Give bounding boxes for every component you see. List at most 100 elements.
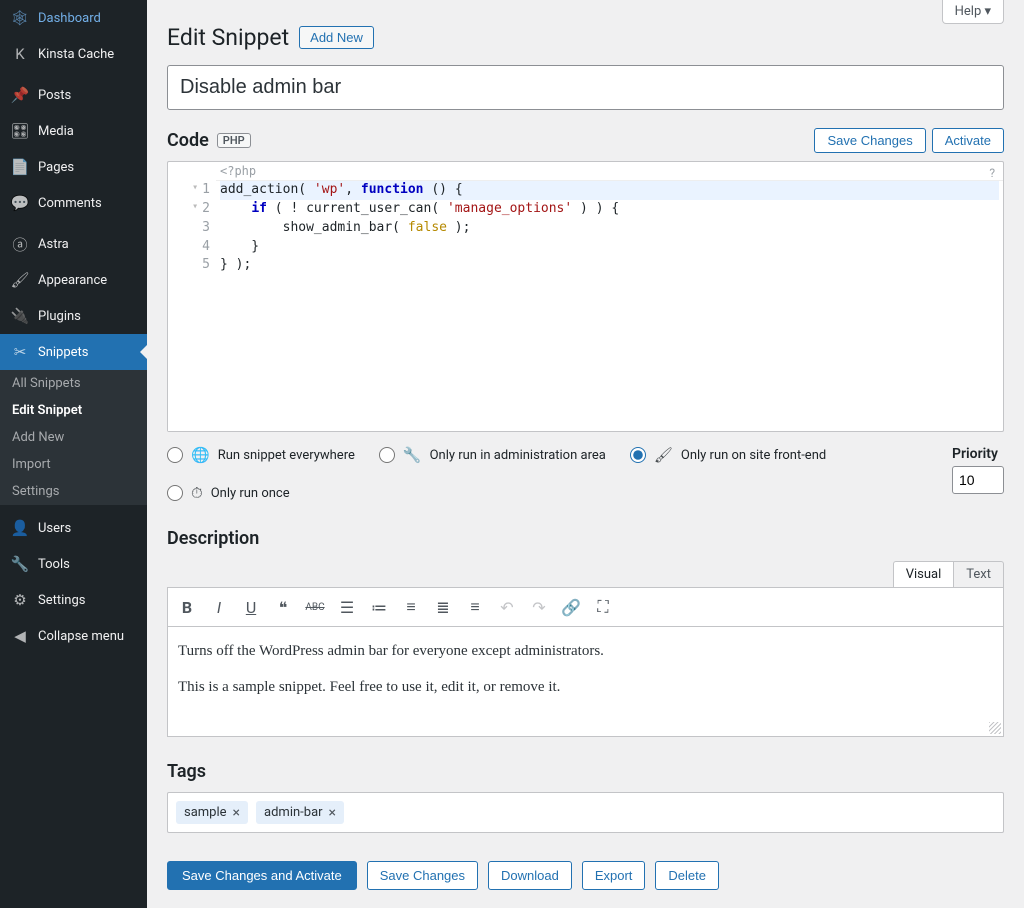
link-icon[interactable]: 🔗 (556, 592, 586, 622)
sidebar-item-media[interactable]: 🎛Media (0, 113, 147, 149)
scope-option[interactable]: 🌐 Run snippet everywhere (167, 446, 355, 464)
submenu-item-settings[interactable]: Settings (0, 478, 147, 505)
scope-radio[interactable] (167, 485, 183, 501)
activate-button[interactable]: Activate (932, 128, 1004, 153)
align-right-icon[interactable]: ≡ (460, 592, 490, 622)
redo-icon[interactable]: ↷ (524, 592, 554, 622)
tag-pill[interactable]: admin-bar × (256, 801, 344, 824)
description-paragraph[interactable]: This is a sample snippet. Feel free to u… (178, 675, 993, 699)
sidebar-item-pages[interactable]: 📄Pages (0, 149, 147, 185)
submenu-item-add-new[interactable]: Add New (0, 424, 147, 451)
fullscreen-icon[interactable]: ⛶ (588, 592, 618, 622)
blockquote-icon[interactable]: ❝ (268, 592, 298, 622)
sidebar-item-label: Posts (38, 88, 71, 103)
sidebar-item-tools[interactable]: 🔧Tools (0, 546, 147, 582)
users-icon: 👤 (10, 518, 30, 538)
code-line[interactable]: add_action( 'wp', function () { (220, 181, 999, 200)
scope-options: 🌐 Run snippet everywhere 🔧 Only run in a… (167, 446, 1004, 502)
add-new-button[interactable]: Add New (299, 26, 374, 49)
submenu-item-import[interactable]: Import (0, 451, 147, 478)
sidebar-item-collapse-menu[interactable]: ◀Collapse menu (0, 618, 147, 654)
tag-pill[interactable]: sample× (176, 801, 248, 824)
code-line[interactable]: show_admin_bar( false ); (220, 219, 999, 238)
priority-input[interactable] (952, 466, 1004, 494)
description-heading: Description (167, 528, 1004, 549)
tag-remove-icon[interactable]: × (329, 806, 336, 820)
code-body[interactable]: add_action( 'wp', function () { if ( ! c… (216, 181, 1003, 431)
sidebar-item-kinsta-cache[interactable]: KKinsta Cache (0, 36, 147, 72)
code-line[interactable]: } ); (220, 256, 999, 275)
scope-option-icon: 🔧 (403, 446, 422, 464)
save-changes-button[interactable]: Save Changes (814, 128, 925, 153)
underline-icon[interactable]: U (236, 592, 266, 622)
description-editor[interactable]: Turns off the WordPress admin bar for ev… (167, 627, 1004, 737)
scope-option-label: Only run on site front-end (681, 448, 826, 463)
scope-radio-group: 🌐 Run snippet everywhere 🔧 Only run in a… (167, 446, 928, 502)
code-prelude: <?php (216, 162, 1003, 181)
scope-radio[interactable] (167, 447, 183, 463)
save-and-activate-button[interactable]: Save Changes and Activate (167, 861, 357, 890)
scope-option-label: Only run in administration area (430, 448, 606, 463)
sidebar-submenu: All SnippetsEdit SnippetAdd NewImportSet… (0, 370, 147, 505)
sidebar-item-snippets[interactable]: ✂Snippets (0, 334, 147, 370)
appearance-icon: 🖌 (10, 270, 30, 290)
tab-text[interactable]: Text (953, 561, 1004, 587)
code-section-header: Code PHP Save Changes Activate (167, 128, 1004, 153)
code-area[interactable]: ▾1▾2345 add_action( 'wp', function () { … (168, 181, 1003, 431)
scope-option-label: Only run once (211, 486, 290, 501)
scope-radio[interactable] (630, 447, 646, 463)
sidebar-item-appearance[interactable]: 🖌Appearance (0, 262, 147, 298)
snippets-icon: ✂ (10, 342, 30, 362)
align-center-icon[interactable]: ≣ (428, 592, 458, 622)
resize-grip-icon[interactable] (989, 722, 1001, 734)
sidebar-item-label: Dashboard (38, 11, 101, 26)
code-line[interactable]: if ( ! current_user_can( 'manage_options… (220, 200, 999, 219)
italic-icon[interactable]: I (204, 592, 234, 622)
sidebar-item-posts[interactable]: 📌Posts (0, 77, 147, 113)
tag-label: admin-bar (264, 805, 323, 820)
tag-remove-icon[interactable]: × (233, 806, 240, 820)
bold-icon[interactable]: B (172, 592, 202, 622)
sidebar-item-settings[interactable]: ⚙Settings (0, 582, 147, 618)
scope-option-icon: 🖌 (654, 446, 673, 464)
delete-button[interactable]: Delete (655, 861, 719, 890)
scope-radio[interactable] (379, 447, 395, 463)
numbered-list-icon[interactable]: ≔ (364, 592, 394, 622)
export-button[interactable]: Export (582, 861, 646, 890)
bulleted-list-icon[interactable]: ☰ (332, 592, 362, 622)
scope-option[interactable]: 🖌 Only run on site front-end (630, 446, 826, 464)
rte-toolbar: B I U ❝ ABC ☰ ≔ ≡ ≣ ≡ ↶ ↷ 🔗 ⛶ (167, 587, 1004, 627)
download-button[interactable]: Download (488, 861, 572, 890)
sidebar-item-label: Comments (38, 196, 102, 211)
undo-icon[interactable]: ↶ (492, 592, 522, 622)
code-help-icon[interactable]: ? (989, 166, 995, 180)
sidebar-item-comments[interactable]: 💬Comments (0, 185, 147, 221)
main-content: Help ▾ Edit Snippet Add New Code PHP Sav… (147, 0, 1024, 908)
sidebar-item-label: Pages (38, 160, 74, 175)
code-gutter: ▾1▾2345 (168, 181, 216, 431)
sidebar-item-dashboard[interactable]: 🕸Dashboard (0, 0, 147, 36)
plugins-icon: 🔌 (10, 306, 30, 326)
strikethrough-icon[interactable]: ABC (300, 592, 330, 622)
align-left-icon[interactable]: ≡ (396, 592, 426, 622)
tags-input[interactable]: sample× admin-bar × (167, 792, 1004, 833)
submenu-item-edit-snippet[interactable]: Edit Snippet (0, 397, 147, 424)
sidebar-item-astra[interactable]: ⓐAstra (0, 226, 147, 262)
collapse-icon: ◀ (10, 626, 30, 646)
code-line[interactable]: } (220, 238, 999, 257)
scope-option[interactable]: 🔧 Only run in administration area (379, 446, 606, 464)
scope-option[interactable]: ⏱ Only run once (167, 484, 290, 502)
sidebar-item-label: Settings (38, 593, 85, 608)
help-tab[interactable]: Help ▾ (942, 0, 1004, 24)
submenu-item-all-snippets[interactable]: All Snippets (0, 370, 147, 397)
save-changes-footer-button[interactable]: Save Changes (367, 861, 478, 890)
footer-actions: Save Changes and Activate Save Changes D… (167, 861, 1004, 890)
sidebar-item-users[interactable]: 👤Users (0, 510, 147, 546)
code-editor[interactable]: ? <?php ▾1▾2345 add_action( 'wp', functi… (167, 161, 1004, 432)
description-paragraph[interactable]: Turns off the WordPress admin bar for ev… (178, 639, 993, 663)
scope-option-icon: 🌐 (191, 446, 210, 464)
admin-sidebar: 🕸DashboardKKinsta Cache 📌Posts🎛Media📄Page… (0, 0, 147, 908)
sidebar-item-plugins[interactable]: 🔌Plugins (0, 298, 147, 334)
tab-visual[interactable]: Visual (893, 561, 954, 587)
snippet-title-input[interactable] (167, 65, 1004, 110)
